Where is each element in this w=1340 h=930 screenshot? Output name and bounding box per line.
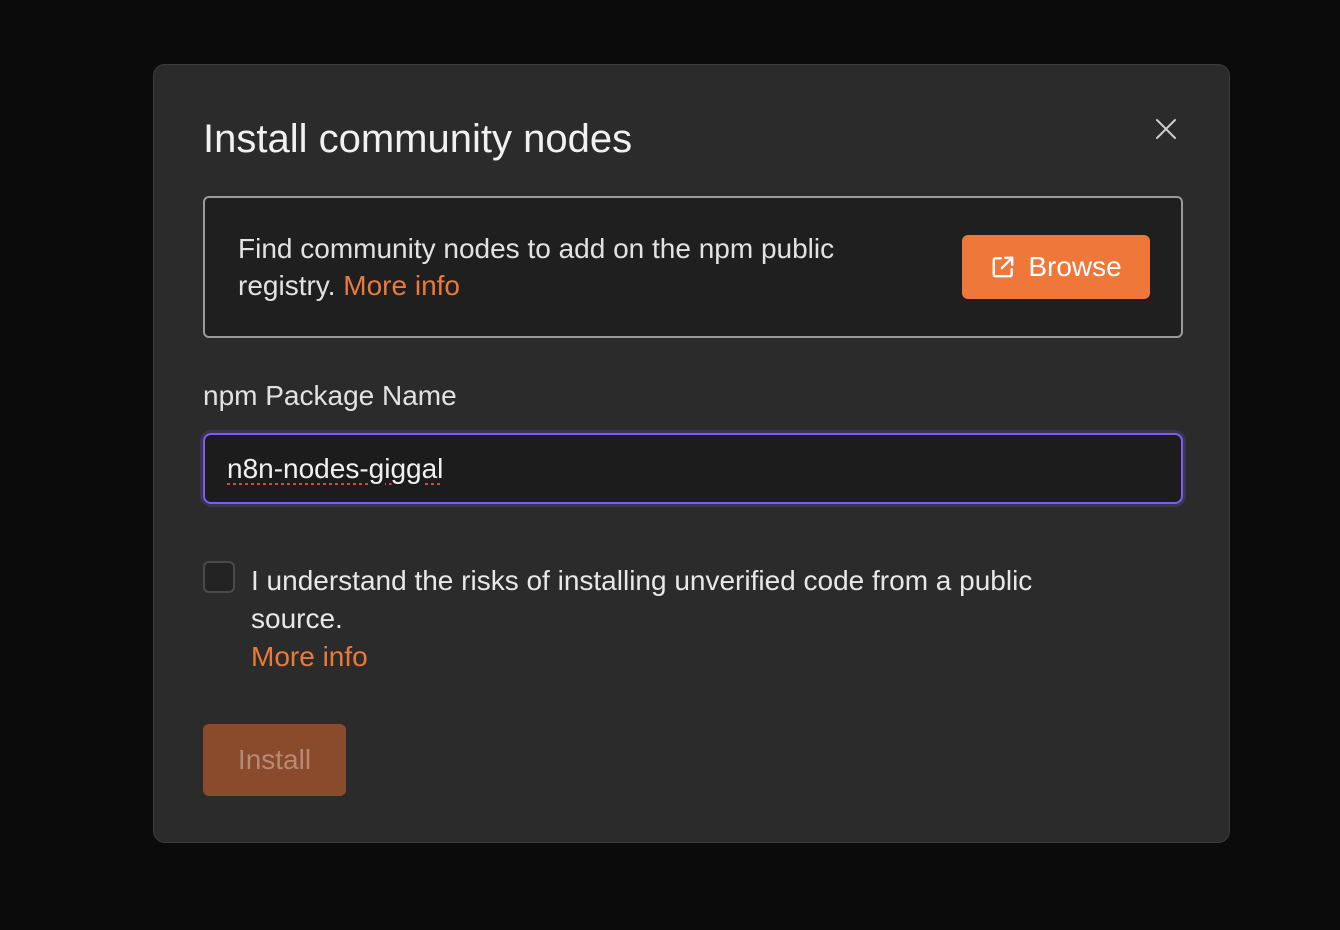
risk-consent-checkbox[interactable] [203,561,235,593]
external-link-icon [990,254,1016,280]
install-community-nodes-dialog: Install community nodes Find community n… [153,64,1230,843]
consent-more-info-link[interactable]: More info [251,638,1131,676]
dialog-title: Install community nodes [203,117,633,161]
info-box: Find community nodes to add on the npm p… [203,196,1183,338]
close-icon [1156,119,1176,139]
package-name-label: npm Package Name [203,380,457,411]
risk-consent-label: I understand the risks of installing unv… [251,565,1033,634]
browse-label: Browse [1028,251,1122,282]
install-button[interactable]: Install [203,724,346,796]
close-button[interactable] [1150,113,1182,145]
browse-button[interactable]: Browse [962,235,1150,299]
package-name-input[interactable] [203,433,1183,504]
info-description: Find community nodes to add on the npm p… [238,233,835,301]
info-more-info-link[interactable]: More info [343,270,460,301]
risk-consent-text: I understand the risks of installing unv… [251,562,1131,676]
info-text: Find community nodes to add on the npm p… [238,230,918,304]
